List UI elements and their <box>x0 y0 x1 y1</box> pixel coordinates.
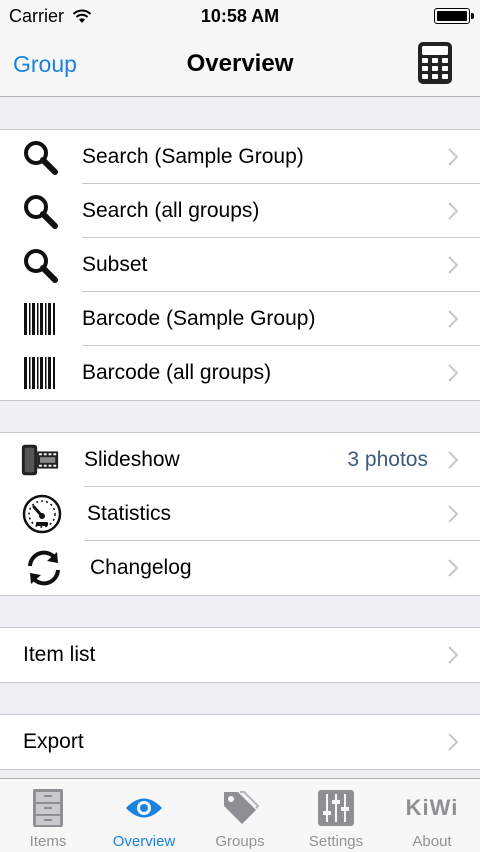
row-label: Item list <box>23 643 96 666</box>
changelog-row[interactable]: Changelog <box>0 541 480 595</box>
sliders-icon <box>316 787 356 829</box>
slideshow-row[interactable]: Slideshow 3 photos <box>0 433 480 487</box>
row-label: Search (Sample Group) <box>82 145 304 168</box>
battery-icon <box>434 8 474 24</box>
chevron-right-icon <box>448 451 458 469</box>
barcode-icon <box>20 301 60 337</box>
search-icon <box>20 193 60 229</box>
tab-label: Overview <box>112 833 176 850</box>
chevron-right-icon <box>448 310 458 328</box>
calculator-button[interactable] <box>417 41 453 85</box>
barcode-sample-group-row[interactable]: Barcode (Sample Group) <box>0 292 480 346</box>
chevron-right-icon <box>448 202 458 220</box>
subset-row[interactable]: Subset <box>0 238 480 292</box>
search-all-groups-row[interactable]: Search (all groups) <box>0 184 480 238</box>
export-row[interactable]: Export <box>0 715 480 769</box>
photo-count: 3 photos <box>347 448 428 471</box>
tab-label: Items <box>29 833 67 850</box>
export-section: Export <box>0 714 480 770</box>
eye-icon <box>124 787 164 829</box>
calculator-icon <box>418 42 452 84</box>
chevron-right-icon <box>448 733 458 751</box>
kiwi-logo-text: KiWi <box>405 795 459 820</box>
row-label: Export <box>23 730 84 753</box>
tag-icon <box>220 787 260 829</box>
status-time: 10:58 AM <box>200 6 280 26</box>
tab-groups[interactable]: Groups <box>192 779 288 852</box>
chevron-right-icon <box>448 364 458 382</box>
row-label: Subset <box>82 253 148 276</box>
row-label: Barcode (Sample Group) <box>82 307 316 330</box>
row-label: Barcode (all groups) <box>82 361 272 384</box>
film-icon <box>20 442 60 478</box>
item-list-row[interactable]: Item list <box>0 628 480 682</box>
search-icon <box>20 139 60 175</box>
row-label: Changelog <box>90 556 192 579</box>
cabinet-icon <box>28 787 68 829</box>
search-section: Search (Sample Group) Search (all groups… <box>0 129 480 401</box>
tab-overview[interactable]: Overview <box>96 779 192 852</box>
speedometer-icon <box>22 494 62 534</box>
chevron-right-icon <box>448 559 458 577</box>
tab-label: Settings <box>308 833 364 850</box>
chevron-right-icon <box>448 646 458 664</box>
barcode-all-groups-row[interactable]: Barcode (all groups) <box>0 346 480 400</box>
status-bar: Carrier 10:58 AM <box>0 0 480 32</box>
tools-section: Slideshow 3 photos Statistics Changelog <box>0 432 480 596</box>
kiwi-logo: KiWi <box>402 787 462 829</box>
search-icon <box>20 247 60 283</box>
statistics-row[interactable]: Statistics <box>0 487 480 541</box>
tab-settings[interactable]: Settings <box>288 779 384 852</box>
chevron-right-icon <box>448 256 458 274</box>
tab-about[interactable]: KiWi About <box>384 779 480 852</box>
chevron-right-icon <box>448 505 458 523</box>
tab-bar: Items Overview Groups Settings KiWi Abou… <box>0 778 480 852</box>
search-sample-group-row[interactable]: Search (Sample Group) <box>0 130 480 184</box>
tab-label: About <box>412 833 452 850</box>
row-label: Slideshow <box>84 448 180 471</box>
page-title: Overview <box>186 50 294 77</box>
row-label: Statistics <box>87 502 172 525</box>
tab-label: Groups <box>215 833 265 850</box>
chevron-right-icon <box>448 148 458 166</box>
navigation-bar: Group Overview <box>0 32 480 97</box>
refresh-icon <box>24 550 64 586</box>
barcode-icon <box>20 355 60 391</box>
tab-items[interactable]: Items <box>0 779 96 852</box>
item-list-section: Item list <box>0 627 480 683</box>
row-label: Search (all groups) <box>82 199 260 222</box>
